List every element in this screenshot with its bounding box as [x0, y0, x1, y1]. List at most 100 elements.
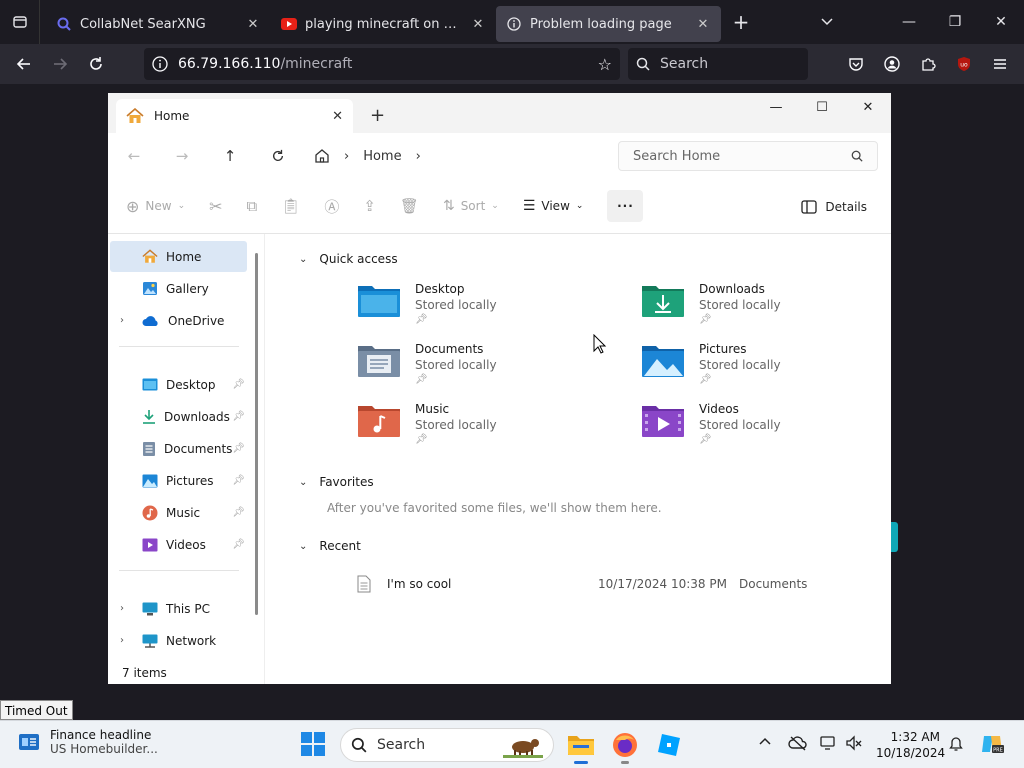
share-button[interactable]: ⇪	[363, 190, 376, 222]
explorer-search-input[interactable]: Search Home	[618, 141, 878, 171]
start-button[interactable]	[300, 731, 326, 760]
menu-button[interactable]	[982, 48, 1018, 80]
browser-tab-youtube[interactable]: playing minecraft on windows ✕	[271, 6, 496, 42]
site-info-icon[interactable]	[152, 56, 168, 72]
back-button[interactable]	[6, 48, 42, 80]
sidebar-item-music[interactable]: Music 📌︎	[110, 497, 247, 528]
news-widget[interactable]: Finance headline US Homebuilder...	[18, 728, 158, 756]
sidebar-item-desktop[interactable]: Desktop 📌︎	[110, 369, 247, 400]
navigation-pane-scrollbar[interactable]	[255, 253, 258, 615]
extensions-button[interactable]	[910, 48, 946, 80]
taskbar-roblox-studio[interactable]	[654, 730, 684, 760]
explorer-tab-home[interactable]: Home ✕	[116, 99, 353, 133]
url-bar[interactable]: 66.79.166.110/minecraft ☆	[144, 48, 620, 80]
account-button[interactable]	[874, 48, 910, 80]
minimize-icon[interactable]: —	[886, 0, 932, 44]
quick-access-music[interactable]: Music Stored locally 📌︎	[357, 402, 497, 445]
taskbar-search-box[interactable]: Search	[340, 728, 554, 762]
sidebar-item-label: This PC	[166, 601, 210, 616]
info-icon	[506, 16, 522, 32]
copy-button[interactable]: ⧉	[247, 190, 258, 222]
volume-muted-icon[interactable]	[846, 735, 862, 755]
ellipsis-icon: ···	[617, 199, 634, 213]
close-tab-icon[interactable]: ✕	[470, 17, 486, 32]
quick-access-desktop[interactable]: Desktop Stored locally 📌︎	[357, 282, 497, 325]
back-button[interactable]: ←	[110, 140, 158, 172]
collapse-chevron-icon[interactable]: ⌄	[299, 477, 307, 488]
breadcrumb-home[interactable]: Home	[363, 149, 401, 164]
onedrive-offline-icon[interactable]	[788, 735, 808, 755]
new-explorer-tab-button[interactable]: +	[370, 105, 385, 126]
details-pane-button[interactable]: Details	[801, 191, 867, 223]
collapse-chevron-icon[interactable]: ⌄	[299, 254, 307, 265]
breadcrumb-chevron-icon[interactable]: ›	[416, 149, 421, 164]
close-window-icon[interactable]: ✕	[845, 93, 891, 121]
maximize-icon[interactable]: ☐	[799, 93, 845, 121]
pocket-icon	[849, 58, 863, 71]
pin-icon: 📌︎	[232, 443, 245, 454]
address-breadcrumb[interactable]: › Home ›	[314, 141, 610, 171]
system-clock[interactable]: 1:32 AM 10/18/2024	[876, 729, 945, 761]
news-widget-icon	[19, 734, 39, 750]
close-window-icon[interactable]: ✕	[978, 0, 1024, 44]
sidebar-item-gallery[interactable]: Gallery	[110, 273, 247, 304]
sidebar-item-documents[interactable]: Documents 📌︎	[110, 433, 247, 464]
bookmark-star-icon[interactable]: ☆	[598, 55, 612, 74]
recent-file-row[interactable]: I'm so cool 10/17/2024 10:38 PM Document…	[357, 573, 877, 595]
browser-tab-problem-loading[interactable]: Problem loading page ✕	[496, 6, 721, 42]
collapse-chevron-icon[interactable]: ⌄	[299, 541, 307, 552]
close-tab-icon[interactable]: ✕	[245, 17, 261, 32]
sidebar-item-onedrive[interactable]: › OneDrive	[110, 305, 247, 336]
cut-button[interactable]: ✂	[209, 190, 222, 222]
paste-button[interactable]: 📋︎	[281, 190, 300, 222]
sidebar-item-pictures[interactable]: Pictures 📌︎	[110, 465, 247, 496]
up-button[interactable]: ↑	[206, 140, 254, 172]
sidebar-item-network[interactable]: › Network	[110, 625, 247, 656]
sidebar-item-home[interactable]: Home	[110, 241, 247, 272]
section-header-favorites[interactable]: ⌄ Favorites	[299, 475, 374, 489]
close-tab-icon[interactable]: ✕	[332, 109, 343, 124]
tab-overview-button[interactable]	[0, 0, 40, 44]
minimize-icon[interactable]: —	[753, 93, 799, 121]
taskbar-firefox[interactable]	[610, 730, 640, 764]
view-button[interactable]: ☰ View ⌄	[523, 190, 584, 222]
list-all-tabs-chevron-down-icon[interactable]	[807, 14, 847, 31]
ublock-button[interactable]: uo	[946, 48, 982, 80]
expand-chevron-icon[interactable]: ›	[120, 603, 124, 614]
rename-button[interactable]: Ⓐ	[324, 190, 339, 222]
section-header-quick-access[interactable]: ⌄ Quick access	[299, 252, 398, 266]
section-header-recent[interactable]: ⌄ Recent	[299, 539, 361, 553]
sidebar-item-this-pc[interactable]: › This PC	[110, 593, 247, 624]
browser-search-box[interactable]: Search	[628, 48, 808, 80]
see-more-button[interactable]: ···	[607, 190, 644, 222]
quick-access-videos[interactable]: Videos Stored locally 📌︎	[641, 402, 781, 445]
restore-icon[interactable]: ❐	[932, 0, 978, 44]
quick-access-pictures[interactable]: Pictures Stored locally 📌︎	[641, 342, 781, 385]
explorer-command-bar: ⊕ New ⌄ ✂ ⧉ 📋︎ Ⓐ ⇪ 🗑︎ ⇅ Sort ⌄ ☰ View ⌄ …	[108, 179, 891, 234]
new-button[interactable]: ⊕ New ⌄	[126, 190, 185, 222]
copilot-icon[interactable]: PRE	[980, 732, 1004, 760]
sidebar-item-videos[interactable]: Videos 📌︎	[110, 529, 247, 560]
sidebar-item-downloads[interactable]: Downloads 📌︎	[110, 401, 247, 432]
show-hidden-icons-chevron-up-icon[interactable]	[758, 735, 772, 753]
forward-button[interactable]: →	[158, 140, 206, 172]
forward-button[interactable]	[42, 48, 78, 80]
display-network-icon[interactable]	[820, 735, 840, 755]
expand-chevron-icon[interactable]: ›	[120, 635, 124, 646]
pocket-button[interactable]	[838, 48, 874, 80]
quick-access-documents[interactable]: Documents Stored locally 📌︎	[357, 342, 497, 385]
taskbar-file-explorer[interactable]	[566, 730, 596, 764]
delete-button[interactable]: 🗑︎	[400, 190, 419, 222]
section-title: Recent	[319, 539, 361, 553]
expand-chevron-icon[interactable]: ›	[120, 315, 124, 326]
notifications-bell-icon[interactable]	[948, 735, 964, 755]
folder-name: Pictures	[699, 342, 747, 356]
new-tab-button[interactable]: +	[721, 10, 761, 34]
sort-button[interactable]: ⇅ Sort ⌄	[443, 190, 499, 222]
mouse-cursor-icon	[593, 334, 607, 354]
refresh-button[interactable]	[254, 140, 302, 172]
reload-button[interactable]	[78, 48, 114, 80]
close-tab-icon[interactable]: ✕	[695, 17, 711, 32]
browser-tab-searxng[interactable]: CollabNet SearXNG ✕	[46, 6, 271, 42]
quick-access-downloads[interactable]: Downloads Stored locally 📌︎	[641, 282, 781, 325]
